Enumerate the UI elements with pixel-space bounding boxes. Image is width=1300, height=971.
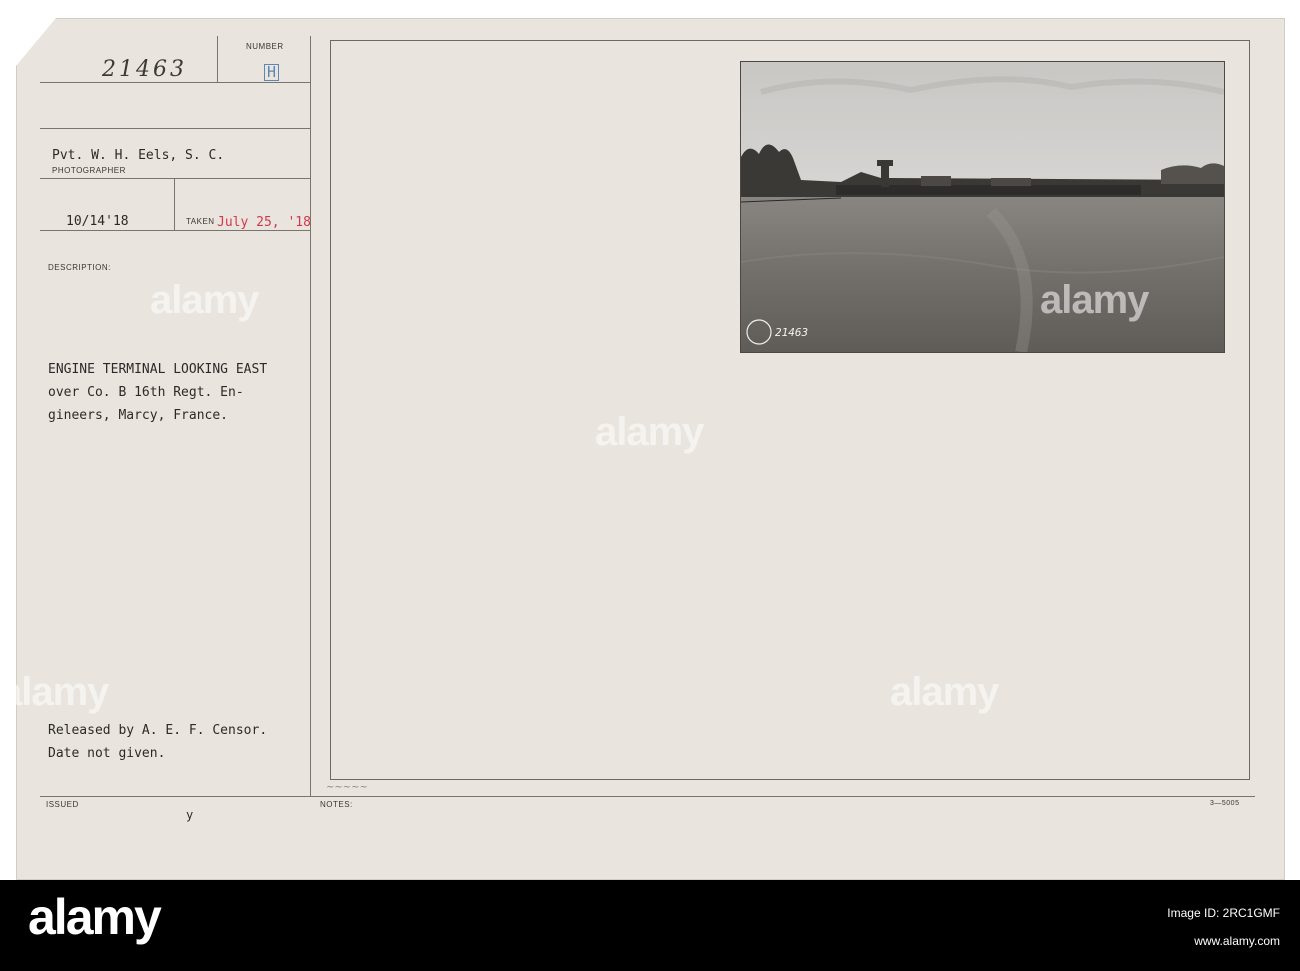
watermark: alamy [595,410,704,454]
received-date: 10/14'18 [66,214,129,229]
site-link[interactable]: www.alamy.com [860,934,1280,948]
rule-number [40,82,310,83]
rule-dates [40,230,310,231]
col-divider-main [310,36,311,796]
photographer-label: PHOTOGRAPHER [52,166,126,175]
number-label: NUMBER [246,42,284,51]
issued-label: ISSUED [46,800,79,809]
issued-mark: y [186,808,194,822]
col-divider-dates [174,178,175,230]
field-photograph: 21463 [740,61,1225,353]
watermark: alamy [150,278,259,322]
watermark: alamy [1040,278,1149,322]
taken-date: July 25, '18 [217,215,311,230]
form-code: 3—5005 [1210,800,1240,807]
letter-stamp: H [264,64,280,81]
rule-issued [40,796,1255,797]
description-line-3: gineers, Marcy, France. [48,408,229,423]
description-line-1: ENGINE TERMINAL LOOKING EAST [48,362,268,377]
record-number: 21463 [102,57,187,82]
image-id: Image ID: 2RC1GMF [1167,906,1280,920]
description-label: DESCRIPTION: [48,263,111,272]
col-divider-top [217,36,218,83]
rule-photographer-top [40,128,310,129]
torn-corner [16,18,56,66]
footer-logo[interactable]: alamy [28,888,162,946]
photo-stamp-number: 21463 [775,326,809,339]
release-line-1: Released by A. E. F. Censor. [48,723,268,738]
rule-photographer [40,178,310,179]
watermark: alamy [890,670,999,714]
photo-image [741,62,1224,352]
release-line-2: Date not given. [48,746,166,761]
description-line-2: over Co. B 16th Regt. En- [48,385,244,400]
notes-label: NOTES: [320,800,353,809]
notes-scribble: ~~~~~ [326,782,368,793]
footer-bar [0,880,1300,971]
photographer-name: Pvt. W. H. Eels, S. C. [52,148,225,163]
taken-label: TAKEN [186,217,215,226]
watermark: alamy [0,670,109,714]
